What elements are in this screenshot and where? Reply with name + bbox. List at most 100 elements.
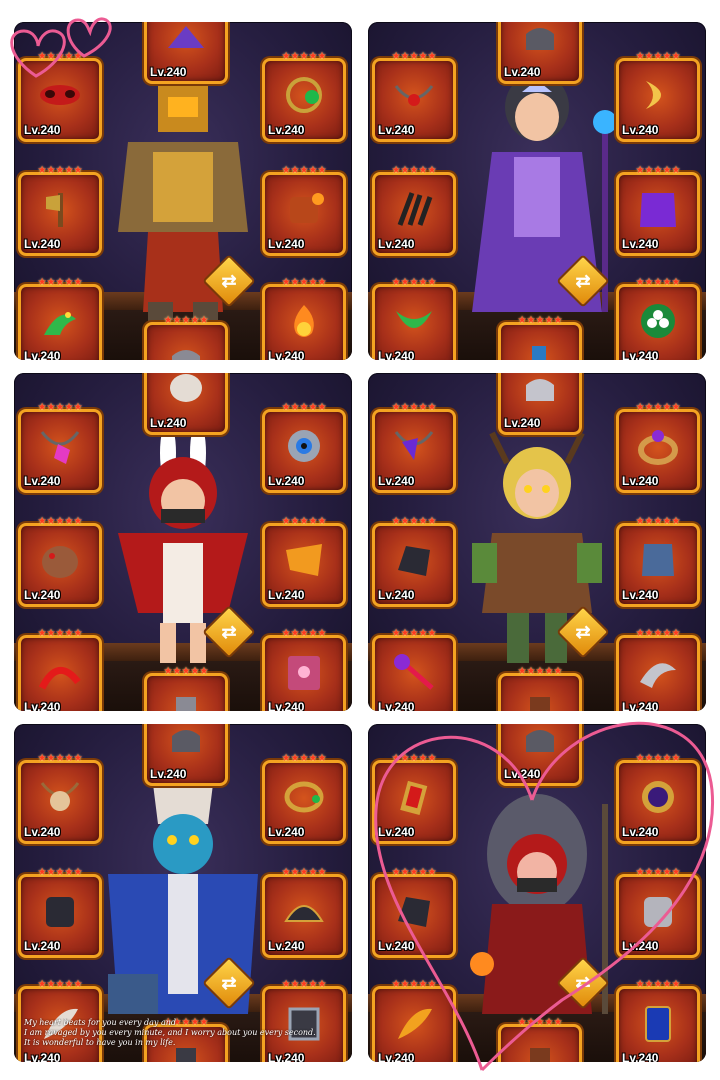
star-rating: ★★★★★ [37,165,83,176]
equip-slot-relic[interactable]: ★★★★★ Lv.240 [262,629,346,711]
crescent-icon [633,73,683,117]
level-label: Lv.240 [378,349,415,360]
gauntlet-icon [35,889,85,933]
level-label: Lv.240 [268,700,305,711]
equip-slot-weapon[interactable]: ★★★★★ Lv.240 [372,517,456,607]
star-rating: ★★★★★ [163,315,209,326]
equip-slot-hands[interactable]: ★★★★★ Lv.240 [616,166,700,256]
serpent-icon [35,299,85,343]
equip-slot-feet[interactable]: ★★★★★ Lv.240 [144,667,228,711]
equip-slot-head[interactable]: ★★★★★ Lv.240 [144,724,228,786]
star-rating: ★★★★★ [281,516,327,527]
level-label: Lv.240 [150,65,187,79]
star-rating: ★★★★★ [37,402,83,413]
equip-slot-necklace[interactable]: ★★★★★ Lv.240 [262,52,346,142]
level-label: Lv.240 [268,474,305,488]
claw-icon [389,187,439,231]
equip-slot-pet[interactable]: ★★★★★ Lv.240 [18,278,102,360]
shoulder-icon [279,889,329,933]
clover-icon [633,299,683,343]
blade-icon [633,650,683,694]
level-label: Lv.240 [24,700,61,711]
wheel-hat-icon [161,22,211,59]
equip-slot-weapon[interactable]: ★★★★★ Lv.240 [18,166,102,256]
helmet-icon [515,373,565,410]
level-label: Lv.240 [622,349,659,360]
equip-slot-necklace[interactable]: ★★★★★ Lv.240 [616,52,700,142]
equip-slot-relic[interactable]: ★★★★★ Lv.240 [616,278,700,360]
equip-slot-feet[interactable]: ★★★★★ Lv.240 [498,316,582,360]
star-rating: ★★★★★ [37,628,83,639]
swap-icon: ⇄ [221,270,237,291]
equip-slot-hands[interactable]: ★★★★★ Lv.240 [262,868,346,958]
necklace-icon [389,424,439,468]
equip-slot-relic[interactable]: ★★★★★ Lv.240 [262,278,346,360]
equip-slot-weapon[interactable]: ★★★★★ Lv.240 [372,166,456,256]
ring-icon [279,775,329,819]
equip-slot-head[interactable]: ★★★★★ Lv.240 [144,22,228,84]
equip-slot-pet[interactable]: ★★★★★ Lv.240 [372,278,456,360]
equip-slot-accessory[interactable]: ★★★★★ Lv.240 [372,52,456,142]
star-rating: ★★★★★ [281,753,327,764]
equip-slot-accessory[interactable]: ★★★★★ Lv.240 [18,754,102,844]
star-rating: ★★★★★ [635,516,681,527]
equip-slot-feet[interactable]: ★★★★★ Lv.240 [144,316,228,360]
equip-slot-accessory[interactable]: ★★★★★ Lv.240 [372,403,456,493]
flame-icon [279,299,329,343]
level-label: Lv.240 [24,123,61,137]
equip-slot-accessory[interactable]: ★★★★★ Lv.240 [18,403,102,493]
level-label: Lv.240 [504,65,541,79]
star-rating: ★★★★★ [391,628,437,639]
star-rating: ★★★★★ [281,979,327,990]
eye-ring-icon [279,424,329,468]
star-rating: ★★★★★ [37,867,83,878]
star-rating: ★★★★★ [391,165,437,176]
staff-icon [389,650,439,694]
equip-slot-necklace[interactable]: ★★★★★ Lv.240 [262,403,346,493]
bead-necklace-icon [35,775,85,819]
helmet-icon [515,22,565,59]
bow-icon [389,299,439,343]
gauntlet-icon [279,187,329,231]
equip-slot-weapon[interactable]: ★★★★★ Lv.240 [18,868,102,958]
necklace-icon [389,73,439,117]
ring-icon [633,424,683,468]
caption-line: My heart beats for you every day and [24,1018,177,1027]
equip-slot-weapon[interactable]: ★★★★★ Lv.240 [18,517,102,607]
swap-icon: ⇄ [221,972,237,993]
handwritten-caption: My heart beats for you every day and I a… [24,1018,354,1048]
level-label: Lv.240 [378,474,415,488]
star-rating: ★★★★★ [37,516,83,527]
star-rating: ★★★★★ [391,277,437,288]
equip-slot-necklace[interactable]: ★★★★★ Lv.240 [262,754,346,844]
equip-slot-necklace[interactable]: ★★★★★ Lv.240 [616,403,700,493]
gauntlet-icon [389,538,439,582]
equip-slot-hands[interactable]: ★★★★★ Lv.240 [262,517,346,607]
doodle-hearts [10,17,112,78]
level-label: Lv.240 [24,474,61,488]
level-label: Lv.240 [24,825,61,839]
equip-slot-head[interactable]: ★★★★★ Lv.240 [498,22,582,84]
equip-slot-head[interactable]: ★★★★★ Lv.240 [498,373,582,435]
level-label: Lv.240 [24,939,61,953]
helmet-icon [161,688,211,711]
mask-icon [161,373,211,410]
level-label: Lv.240 [622,474,659,488]
book-icon [279,650,329,694]
level-label: Lv.240 [268,825,305,839]
equip-slot-hands[interactable]: ★★★★★ Lv.240 [616,517,700,607]
level-label: Lv.240 [268,349,305,360]
star-rating: ★★★★★ [281,165,327,176]
level-label: Lv.240 [24,1051,61,1062]
cape-icon [633,187,683,231]
level-label: Lv.240 [268,123,305,137]
star-rating: ★★★★★ [37,753,83,764]
level-label: Lv.240 [378,588,415,602]
level-label: Lv.240 [622,123,659,137]
star-rating: ★★★★★ [635,165,681,176]
star-rating: ★★★★★ [635,628,681,639]
equip-slot-hands[interactable]: ★★★★★ Lv.240 [262,166,346,256]
equip-slot-head[interactable]: ★★★★★ Lv.240 [144,373,228,435]
equip-slot-pet[interactable]: ★★★★★ Lv.240 [18,629,102,711]
caption-line: It is wonderful to have you in my life. [24,1038,176,1047]
